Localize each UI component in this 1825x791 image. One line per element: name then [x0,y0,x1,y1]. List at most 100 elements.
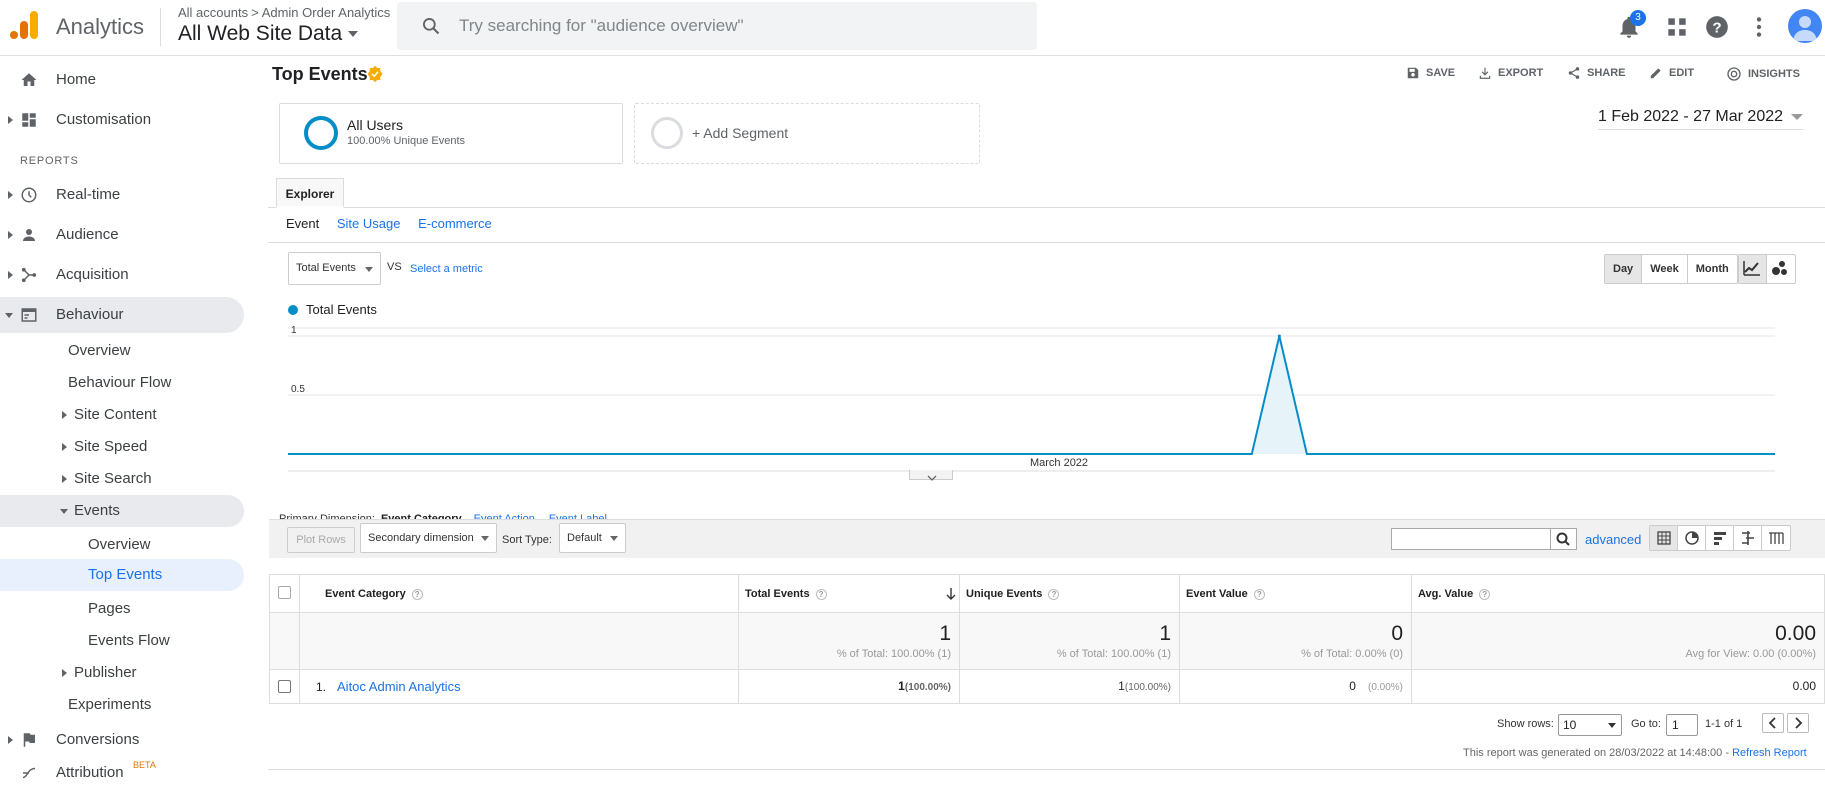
search-input[interactable] [459,11,1019,41]
sidebar-item-home[interactable]: Home [0,62,244,98]
sidebar-item-site-content[interactable]: Site Content [0,397,244,433]
search-box[interactable] [397,2,1037,50]
expand-arrow-icon [8,231,13,239]
bubble-chart-icon [1772,261,1787,275]
metric-select[interactable]: Total Events [288,252,381,285]
goto-label: Go to: [1631,718,1661,730]
segment-all-users[interactable]: All Users 100.00% Unique Events [279,103,623,164]
column-header-label: Event Value [1186,588,1248,600]
edit-button[interactable]: EDIT [1649,66,1694,80]
month-button[interactable]: Month [1688,255,1737,283]
sort-type-label: Sort Type: [502,534,552,546]
sidebar-item-site-speed[interactable]: Site Speed [0,429,244,465]
export-label: EXPORT [1498,66,1544,79]
sidebar-item-events-flow[interactable]: Events Flow [0,623,244,659]
select-all-checkbox[interactable] [278,586,291,599]
week-button[interactable]: Week [1642,255,1688,283]
column-header-unique-events[interactable]: Unique Events? [960,575,1180,613]
sidebar-item-realtime[interactable]: Real-time [0,177,244,213]
expand-arrow-icon [62,411,67,419]
help-icon[interactable]: ? [1253,589,1265,600]
breadcrumb-account[interactable]: Admin Order Analytics [262,5,391,20]
refresh-report-link[interactable]: Refresh Report [1732,747,1807,759]
help-icon[interactable]: ? [411,589,423,600]
row-checkbox[interactable] [278,680,291,693]
row-select-cell [270,670,300,703]
sidebar-item-acquisition[interactable]: Acquisition [0,257,244,293]
select-metric-link[interactable]: Select a metric [410,263,483,275]
sidebar-item-site-search[interactable]: Site Search [0,461,244,497]
secondary-dimension-select[interactable]: Secondary dimension [360,523,497,553]
row-category-link[interactable]: Aitoc Admin Analytics [337,679,461,694]
account-avatar[interactable] [1788,9,1822,43]
sidebar-item-conversions[interactable]: Conversions [0,722,244,758]
help-icon[interactable]: ? [1704,14,1730,40]
table-search-button[interactable] [1550,528,1577,550]
sidebar-item-behaviour-flow[interactable]: Behaviour Flow [0,365,244,401]
analytics-logo-icon[interactable] [10,10,40,40]
column-header-total-events[interactable]: Total Events? [739,575,960,613]
help-icon[interactable]: ? [1048,589,1060,600]
sidebar-item-publisher[interactable]: Publisher [0,655,244,691]
chevron-down-icon [348,31,359,38]
report-generated-note: This report was generated on 28/03/2022 … [1463,747,1807,759]
subtab-site-usage[interactable]: Site Usage [337,216,401,231]
sidebar-item-experiments[interactable]: Experiments [0,687,244,723]
day-button[interactable]: Day [1605,255,1643,283]
chevron-down-icon [1791,113,1804,120]
table-filter-input[interactable] [1391,528,1551,550]
data-table-view-button[interactable] [1650,526,1678,550]
advanced-filter-link[interactable]: advanced [1585,532,1641,547]
view-selector[interactable]: All Web Site Data [178,22,359,46]
tab-explorer[interactable]: Explorer [276,178,344,208]
column-header-event-value[interactable]: Event Value? [1180,575,1412,613]
sidebar-item-attribution[interactable]: Attribution BETA [0,755,244,791]
apps-icon[interactable] [1664,14,1690,40]
motion-chart-button[interactable] [1767,255,1795,283]
save-button[interactable]: SAVE [1406,66,1455,80]
sidebar-item-customisation[interactable]: Customisation [0,102,244,138]
sidebar-label: Conversions [56,731,140,748]
sort-type-select[interactable]: Default [559,523,626,553]
plot-rows-button[interactable]: Plot Rows [287,527,355,553]
help-icon[interactable]: ? [1479,589,1491,600]
share-label: SHARE [1587,66,1626,79]
breadcrumb-root[interactable]: All accounts [178,5,248,20]
breadcrumb-separator: > [251,5,259,20]
percentage-view-button[interactable] [1678,526,1706,550]
sidebar-item-behaviour[interactable]: Behaviour [0,297,244,333]
next-page-button[interactable] [1787,713,1809,733]
subtab-ecommerce[interactable]: E-commerce [418,216,492,231]
sidebar-item-events-overview[interactable]: Overview [0,527,244,563]
sidebar-item-top-events[interactable]: Top Events [0,559,244,591]
add-segment-button[interactable]: + Add Segment [634,103,980,164]
insights-button[interactable]: INSIGHTS [1726,66,1800,82]
sidebar-item-audience[interactable]: Audience [0,217,244,253]
show-rows-select[interactable]: 10 [1558,714,1622,736]
column-header-avg-value[interactable]: Avg. Value? [1412,575,1824,613]
export-button[interactable]: EXPORT [1478,66,1543,80]
share-button[interactable]: SHARE [1567,66,1626,80]
date-range-picker[interactable]: 1 Feb 2022 - 27 Mar 2022 [1598,108,1804,130]
goto-input[interactable]: 1 [1666,714,1698,736]
sidebar-item-pages[interactable]: Pages [0,591,244,627]
sidebar-item-behaviour-overview[interactable]: Overview [0,333,244,369]
chevron-down-icon [927,475,937,481]
totals-spacer [300,613,739,671]
performance-view-button[interactable] [1706,526,1734,550]
breadcrumb[interactable]: All accounts > Admin Order Analytics [178,5,390,20]
segment-subtext: 100.00% Unique Events [347,135,466,147]
help-icon[interactable]: ? [815,589,827,600]
line-chart-button[interactable] [1739,255,1767,283]
totals-subtext: % of Total: 0.00% (0) [1301,648,1403,660]
segment-name: All Users [347,117,404,133]
column-header-event-category[interactable]: Event Category? [300,575,739,613]
sidebar-item-events[interactable]: Events [0,495,244,527]
chart-resize-handle[interactable] [909,470,953,481]
collapse-arrow-icon [60,509,68,514]
term-cloud-view-button[interactable] [1762,526,1790,550]
prev-page-button[interactable] [1762,713,1784,733]
comparison-view-button[interactable] [1734,526,1762,550]
more-vert-icon[interactable] [1746,14,1772,40]
subtab-event[interactable]: Event [286,216,319,231]
